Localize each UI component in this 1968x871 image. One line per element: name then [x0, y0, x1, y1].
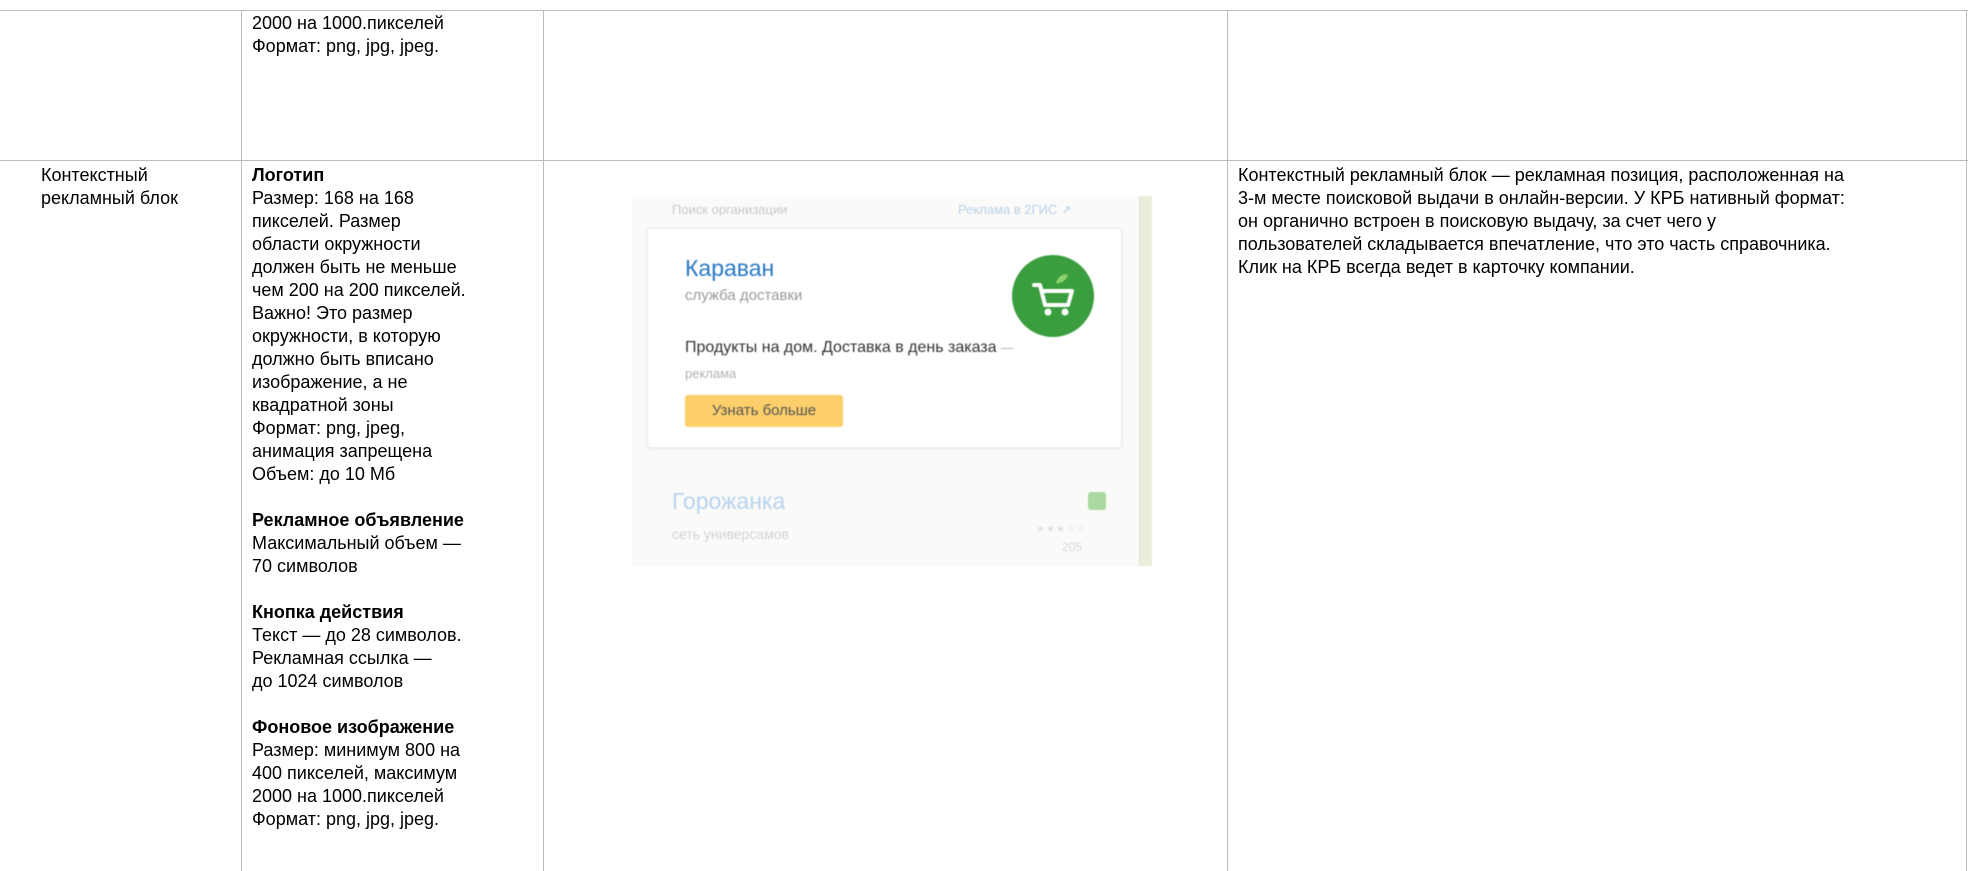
ad-text-requirements: Рекламное объявление Максимальный объем … [252, 509, 522, 578]
logo-line: изображение, а не [252, 372, 408, 392]
description-line: 3-м месте поисковой выдачи в онлайн-верс… [1238, 188, 1845, 208]
logo-requirements: Логотип Размер: 168 на 168 пикселей. Раз… [252, 164, 522, 486]
description-line: Клик на КРБ всегда ведет в карточку комп… [1238, 257, 1635, 277]
logo-line: Размер: 168 на 168 [252, 188, 414, 208]
background-line: Формат: png, jpg, jpeg. [252, 809, 440, 829]
logo-line: чем 200 на 200 пикселей. [252, 280, 466, 300]
logo-line: области окружности [252, 234, 421, 254]
background-line: Размер: минимум 800 на [252, 740, 461, 760]
background-heading: Фоновое изображение [252, 717, 455, 737]
background-requirements: Фоновое изображение Размер: минимум 800 … [252, 716, 522, 831]
format-name-line: Контекстный [41, 165, 148, 185]
description-line: Контекстный рекламный блок — рекламная п… [1238, 165, 1844, 185]
background-line: 400 пикселей, максимум [252, 763, 458, 783]
ad-preview-image: Поиск организации Реклама в 2ГИС ↗ Карав… [632, 196, 1152, 566]
ad-card-title: Караван [685, 255, 775, 281]
logo-line: должно быть вписано [252, 349, 434, 369]
spec-line: 2000 на 1000.пикселей [252, 13, 444, 33]
description-cell: Контекстный рекламный блок — рекламная п… [1238, 164, 1958, 279]
description-line: он органично встроен в поисковую выдачу,… [1238, 211, 1717, 231]
spec-line: Формат: png, jpg, jpeg. [252, 36, 440, 56]
logo-line: Формат: png, jpeg, [252, 418, 406, 438]
ad-text-line: 70 символов [252, 556, 358, 576]
action-button-line: Рекламная ссылка — [252, 648, 432, 668]
logo-line: пикселей. Размер [252, 211, 401, 231]
next-card-subtitle: сеть универсамов [672, 526, 789, 542]
table-right-border [1966, 10, 1967, 871]
logo-line: квадратной зоны [252, 395, 394, 415]
ad-text-line: Максимальный объем — [252, 533, 461, 553]
column-divider-1 [241, 10, 242, 871]
review-count: 205 [1062, 540, 1083, 554]
cart-icon [1088, 492, 1106, 510]
format-name-line: рекламный блок [41, 188, 179, 208]
column-divider-2 [543, 10, 544, 871]
cart-logo-icon [1012, 255, 1094, 337]
logo-heading: Логотип [252, 165, 325, 185]
action-button-line: до 1024 символов [252, 671, 404, 691]
ad-text-heading: Рекламное объявление [252, 510, 464, 530]
map-strip [1139, 196, 1152, 566]
row-divider [0, 160, 1968, 161]
ad-card-body: Продукты на дом. Доставка в день заказа [685, 339, 997, 356]
ad-card-text: Продукты на дом. Доставка в день заказа … [685, 335, 1015, 387]
preview-header-search: Поиск организации [672, 202, 788, 217]
requirements-cell: Логотип Размер: 168 на 168 пикселей. Раз… [252, 164, 522, 831]
logo-line: анимация запрещена [252, 441, 433, 461]
preview-header-ad-link: Реклама в 2ГИС ↗ [958, 202, 1072, 217]
ad-card-subtitle: служба доставки [685, 287, 803, 304]
next-card-title: Горожанка [672, 488, 786, 514]
action-button-line: Текст — до 28 символов. [252, 625, 462, 645]
action-button-requirements: Кнопка действия Текст — до 28 символов. … [252, 601, 522, 693]
format-name-cell: Контекстный рекламный блок [41, 164, 241, 210]
learn-more-button[interactable]: Узнать больше [685, 395, 843, 427]
ad-card: Караван служба доставки Продукты на дом.… [647, 228, 1122, 448]
rating-stars: ★★★☆☆ [1036, 524, 1086, 535]
logo-line: Важно! Это размер [252, 303, 413, 323]
action-button-heading: Кнопка действия [252, 602, 404, 622]
logo-line: окружности, в которую [252, 326, 441, 346]
logo-line: Объем: до 10 Мб [252, 464, 396, 484]
top-row-spec: 2000 на 1000.пикселей Формат: png, jpg, … [252, 12, 532, 58]
description-line: пользователей складывается впечатление, … [1238, 234, 1831, 254]
column-divider-3 [1227, 10, 1228, 871]
background-line: 2000 на 1000.пикселей [252, 786, 444, 806]
spec-table: 2000 на 1000.пикселей Формат: png, jpg, … [0, 0, 1968, 871]
table-top-border [0, 10, 1968, 11]
logo-line: должен быть не меньше [252, 257, 457, 277]
